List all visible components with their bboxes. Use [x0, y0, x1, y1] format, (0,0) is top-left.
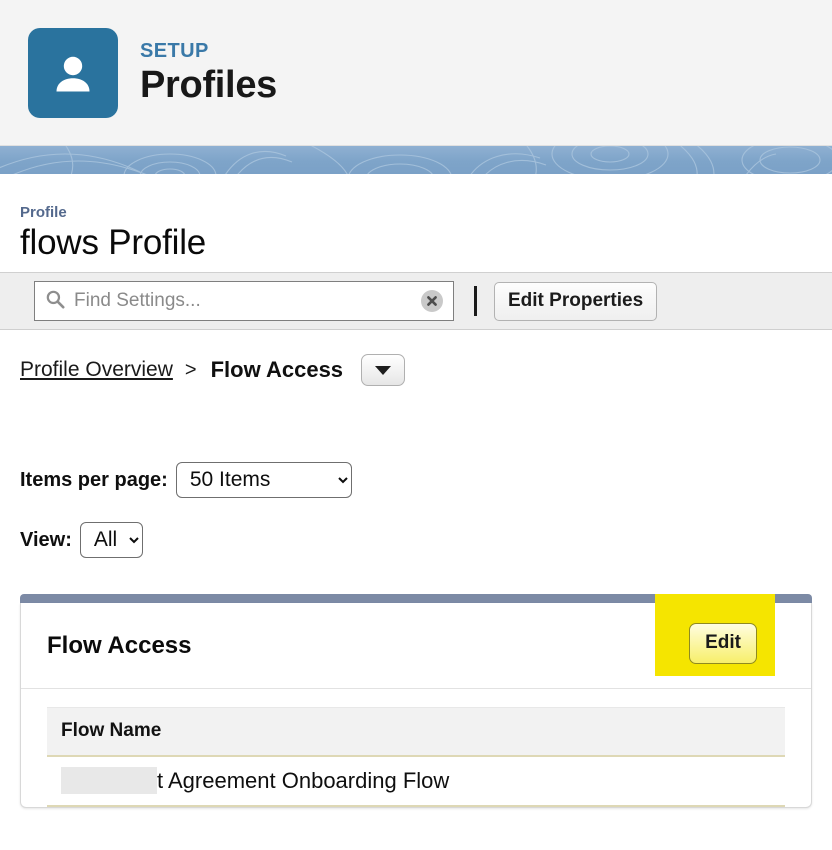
breadcrumb-current-flow-access: Flow Access: [210, 357, 344, 383]
flow-access-panel: Flow Access Edit Flow Name t Agreement O…: [20, 594, 812, 809]
flow-name-text: t Agreement Onboarding Flow: [157, 768, 450, 794]
column-header-flow-name: Flow Name: [47, 707, 785, 758]
profile-label: Profile: [20, 204, 67, 221]
cell-flow-name: t Agreement Onboarding Flow: [47, 756, 785, 808]
table-row: t Agreement Onboarding Flow: [47, 756, 785, 808]
chevron-down-icon[interactable]: [361, 354, 406, 387]
breadcrumb: Profile Overview > Flow Access: [20, 354, 812, 387]
flow-access-panel-wrap: Flow Access Edit Flow Name t Agreement O…: [20, 594, 812, 809]
find-settings-search[interactable]: [34, 281, 454, 322]
breadcrumb-profile-overview-link[interactable]: Profile Overview: [20, 358, 173, 382]
redacted-text-block: [61, 767, 157, 795]
decorative-banner: [0, 146, 832, 174]
toolbar-divider: [474, 286, 477, 317]
view-label: View:: [20, 528, 72, 551]
clear-search-icon[interactable]: [421, 290, 443, 313]
profile-name: flows Profile: [20, 223, 207, 262]
setup-header-titles: SETUP Profiles: [140, 40, 277, 106]
items-per-page-label: Items per page:: [20, 468, 168, 491]
page-title: Profiles: [140, 63, 277, 106]
edit-button[interactable]: Edit: [689, 623, 757, 665]
view-row: View: All: [20, 522, 812, 559]
settings-toolbar: Edit Properties: [0, 272, 832, 331]
breadcrumb-separator: >: [184, 358, 197, 381]
search-input[interactable]: [65, 290, 421, 313]
flow-access-panel-title: Flow Access: [47, 631, 192, 659]
flow-access-table: Flow Name t Agreement Onboarding Flow: [47, 707, 785, 808]
user-profile-icon: [28, 27, 118, 118]
items-per-page-row: Items per page: 50 Items: [20, 462, 812, 499]
setup-eyebrow: SETUP: [140, 39, 209, 62]
flow-access-table-area: Flow Name t Agreement Onboarding Flow: [21, 689, 811, 808]
edit-properties-button[interactable]: Edit Properties: [494, 281, 658, 321]
setup-header: SETUP Profiles: [0, 0, 832, 146]
search-icon: [45, 289, 65, 314]
table-header-row: Flow Name: [47, 707, 785, 758]
view-select[interactable]: All: [79, 522, 143, 559]
main-content: Profile flows Profile Edit Properties Pr…: [0, 204, 832, 809]
flow-access-panel-header: Flow Access Edit: [21, 594, 811, 690]
items-per-page-select[interactable]: 50 Items: [175, 462, 352, 499]
